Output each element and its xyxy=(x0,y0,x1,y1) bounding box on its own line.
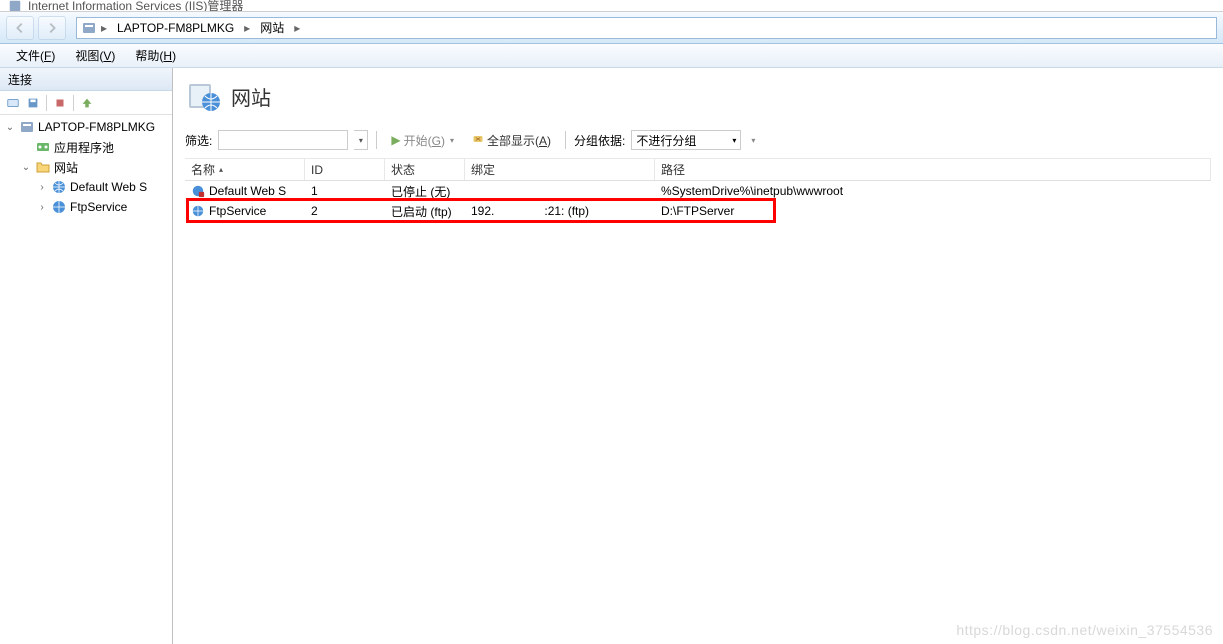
expander-icon[interactable]: ⌄ xyxy=(4,122,16,133)
up-level-icon[interactable] xyxy=(78,94,96,112)
globe-icon xyxy=(191,204,205,218)
connections-header: 连接 xyxy=(0,68,172,91)
tree-node-sites[interactable]: ⌄ 网站 xyxy=(0,157,172,177)
chevron-right-icon: ▸ xyxy=(292,21,302,35)
chevron-right-icon: ▸ xyxy=(99,21,109,35)
tree-node-ftp-service[interactable]: › FtpService xyxy=(0,197,172,217)
chevron-down-icon: ▾ xyxy=(450,136,454,145)
tree-label: Default Web S xyxy=(70,180,147,194)
menu-file[interactable]: 文件(F) xyxy=(8,45,63,66)
menu-help[interactable]: 帮助(H) xyxy=(127,45,184,66)
grid-header: 名称 ▴ ID 状态 绑定 路径 xyxy=(185,159,1211,181)
cell-path: D:\FTPServer xyxy=(655,203,1211,219)
separator xyxy=(565,131,566,149)
content-header: 网站 xyxy=(185,78,1211,114)
play-icon: ▶ xyxy=(391,133,400,147)
app-pools-icon xyxy=(35,139,51,155)
cell-id: 2 xyxy=(305,203,385,219)
filter-dropdown[interactable]: ▾ xyxy=(354,130,368,150)
nav-bar: ▸ LAPTOP-FM8PLMKG ▸ 网站 ▸ xyxy=(0,12,1223,44)
breadcrumb-segment[interactable]: 网站 xyxy=(254,18,290,38)
connections-tree: ⌄ LAPTOP-FM8PLMKG 应用程序池 ⌄ 网站 xyxy=(0,115,172,219)
clear-icon xyxy=(472,133,484,148)
cell-name: FtpService xyxy=(185,203,305,219)
sites-grid: 名称 ▴ ID 状态 绑定 路径 Default Web S 1 已停止 (无) xyxy=(185,158,1211,221)
cell-path: %SystemDrive%\inetpub\wwwroot xyxy=(655,183,1211,199)
column-id[interactable]: ID xyxy=(305,159,385,180)
server-icon xyxy=(19,119,35,135)
column-status[interactable]: 状态 xyxy=(385,159,465,180)
show-all-button[interactable]: 全部显示(A) xyxy=(466,130,557,151)
connect-icon[interactable] xyxy=(4,94,22,112)
tree-label: LAPTOP-FM8PLMKG xyxy=(38,120,155,134)
tree-label: 网站 xyxy=(54,159,78,176)
tree-node-default-site[interactable]: › Default Web S xyxy=(0,177,172,197)
forward-button[interactable] xyxy=(38,16,66,40)
globe-icon xyxy=(51,179,67,195)
table-row[interactable]: FtpService 2 已启动 (ftp) 192.:21: (ftp) D:… xyxy=(185,201,1211,221)
page-title: 网站 xyxy=(231,82,271,111)
cell-status: 已停止 (无) xyxy=(385,182,465,201)
tree-node-server[interactable]: ⌄ LAPTOP-FM8PLMKG xyxy=(0,117,172,137)
separator xyxy=(376,131,377,149)
cell-binding xyxy=(465,190,655,192)
content-panel: 网站 筛选: ▾ ▶ 开始(G) ▾ 全部显示(A) 分组依据: 不进行分组 xyxy=(173,68,1223,644)
sites-large-icon xyxy=(185,78,221,114)
connections-toolbar xyxy=(0,91,172,115)
stop-icon[interactable] xyxy=(51,94,69,112)
main-area: 连接 ⌄ LAPTOP-FM8PLMKG xyxy=(0,68,1223,644)
groupby-label: 分组依据: xyxy=(574,132,625,149)
groupby-combo[interactable]: 不进行分组 ▾ xyxy=(631,130,741,150)
cell-name: Default Web S xyxy=(185,183,305,199)
sort-asc-icon: ▴ xyxy=(219,165,223,174)
expander-icon[interactable]: ⌄ xyxy=(20,162,32,173)
save-icon[interactable] xyxy=(24,94,42,112)
breadcrumb[interactable]: ▸ LAPTOP-FM8PLMKG ▸ 网站 ▸ xyxy=(76,17,1217,39)
tree-label: 应用程序池 xyxy=(54,139,114,156)
breadcrumb-segment[interactable]: LAPTOP-FM8PLMKG xyxy=(111,18,240,38)
menu-bar: 文件(F) 视图(V) 帮助(H) xyxy=(0,44,1223,68)
globe-icon xyxy=(51,199,67,215)
chevron-down-icon: ▾ xyxy=(732,136,736,145)
connections-panel: 连接 ⌄ LAPTOP-FM8PLMKG xyxy=(0,68,173,644)
window-title: Internet Information Services (IIS)管理器 xyxy=(28,0,243,12)
expander-icon[interactable]: › xyxy=(36,202,48,213)
globe-stop-icon xyxy=(191,184,205,198)
expander-icon[interactable]: › xyxy=(36,182,48,193)
filter-label: 筛选: xyxy=(185,132,212,149)
cell-status: 已启动 (ftp) xyxy=(385,202,465,221)
cell-binding: 192.:21: (ftp) xyxy=(465,203,655,219)
window-titlebar: Internet Information Services (IIS)管理器 xyxy=(0,0,1223,12)
app-icon xyxy=(8,0,22,12)
back-button[interactable] xyxy=(6,16,34,40)
column-path[interactable]: 路径 xyxy=(655,159,1211,180)
server-icon xyxy=(81,20,97,36)
separator xyxy=(46,95,47,111)
menu-view[interactable]: 视图(V) xyxy=(67,45,123,66)
separator xyxy=(73,95,74,111)
column-binding[interactable]: 绑定 xyxy=(465,159,655,180)
chevron-right-icon: ▸ xyxy=(242,21,252,35)
column-name[interactable]: 名称 ▴ xyxy=(185,159,305,180)
folder-icon xyxy=(35,159,51,175)
table-row[interactable]: Default Web S 1 已停止 (无) %SystemDrive%\in… xyxy=(185,181,1211,201)
chevron-down-icon: ▾ xyxy=(751,136,755,145)
cell-id: 1 xyxy=(305,183,385,199)
tree-node-app-pools[interactable]: 应用程序池 xyxy=(0,137,172,157)
filter-toolbar: 筛选: ▾ ▶ 开始(G) ▾ 全部显示(A) 分组依据: 不进行分组 ▾ ▾ xyxy=(185,128,1211,152)
tree-label: FtpService xyxy=(70,200,127,214)
start-filter-button[interactable]: ▶ 开始(G) ▾ xyxy=(385,130,460,151)
filter-input[interactable] xyxy=(218,130,348,150)
groupby-value: 不进行分组 xyxy=(636,132,696,149)
